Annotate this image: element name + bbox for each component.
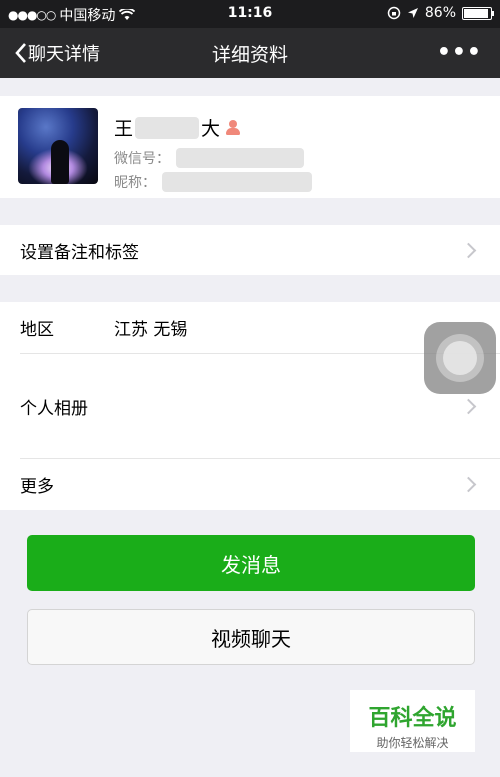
watermark-subtitle: 助你轻松解决 <box>376 736 449 750</box>
remark-label: 设置备注和标签 <box>20 242 139 263</box>
row-more[interactable]: 更多 <box>0 459 500 510</box>
name-redacted-block <box>135 116 200 139</box>
avatar-silhouette <box>51 140 69 184</box>
nickname-line: 昵称： <box>114 172 312 192</box>
navigation-bar: 聊天详情 详细资料 ••• <box>0 28 500 78</box>
profile-card: 王 大 微信号： 昵称： <box>0 96 500 198</box>
watermark-logo: 百科全说 助你轻松解决 <box>350 690 475 752</box>
gender-female-icon <box>226 119 241 136</box>
avatar[interactable] <box>18 108 98 184</box>
rotation-lock-icon <box>387 6 401 20</box>
nickname-label: 昵称： <box>114 175 156 191</box>
battery-fill <box>464 8 489 18</box>
chevron-right-icon <box>460 398 477 414</box>
more-options-button[interactable]: ••• <box>437 40 482 65</box>
location-arrow-icon <box>407 8 418 18</box>
remark-card: 设置备注和标签 <box>0 225 500 275</box>
video-chat-button[interactable]: 视频聊天 <box>27 609 475 665</box>
display-name: 王 大 <box>114 114 241 141</box>
assistive-touch-button[interactable] <box>424 322 496 394</box>
album-label: 个人相册 <box>20 398 88 419</box>
wechat-id-redacted <box>176 148 304 168</box>
region-value: 江苏 无锡 <box>114 320 188 340</box>
region-label: 地区 <box>20 320 54 340</box>
chevron-right-icon <box>460 242 477 258</box>
status-bar: ●●●○○ 中国移动 11:16 86% <box>0 0 500 28</box>
nickname-redacted <box>162 172 312 192</box>
battery-icon <box>462 6 494 20</box>
watermark-title: 百科全说 <box>368 706 457 731</box>
send-message-button[interactable]: 发消息 <box>27 535 475 591</box>
page-title: 详细资料 <box>211 44 288 66</box>
row-set-remark-and-tags[interactable]: 设置备注和标签 <box>0 225 500 275</box>
battery-percent: 86% <box>424 5 456 21</box>
more-label: 更多 <box>20 477 54 497</box>
wechat-id-line: 微信号： <box>114 148 304 168</box>
name-last-char: 大 <box>201 118 221 140</box>
wechat-id-label: 微信号： <box>114 151 170 167</box>
chevron-right-icon <box>460 476 477 493</box>
name-first-char: 王 <box>114 118 134 140</box>
